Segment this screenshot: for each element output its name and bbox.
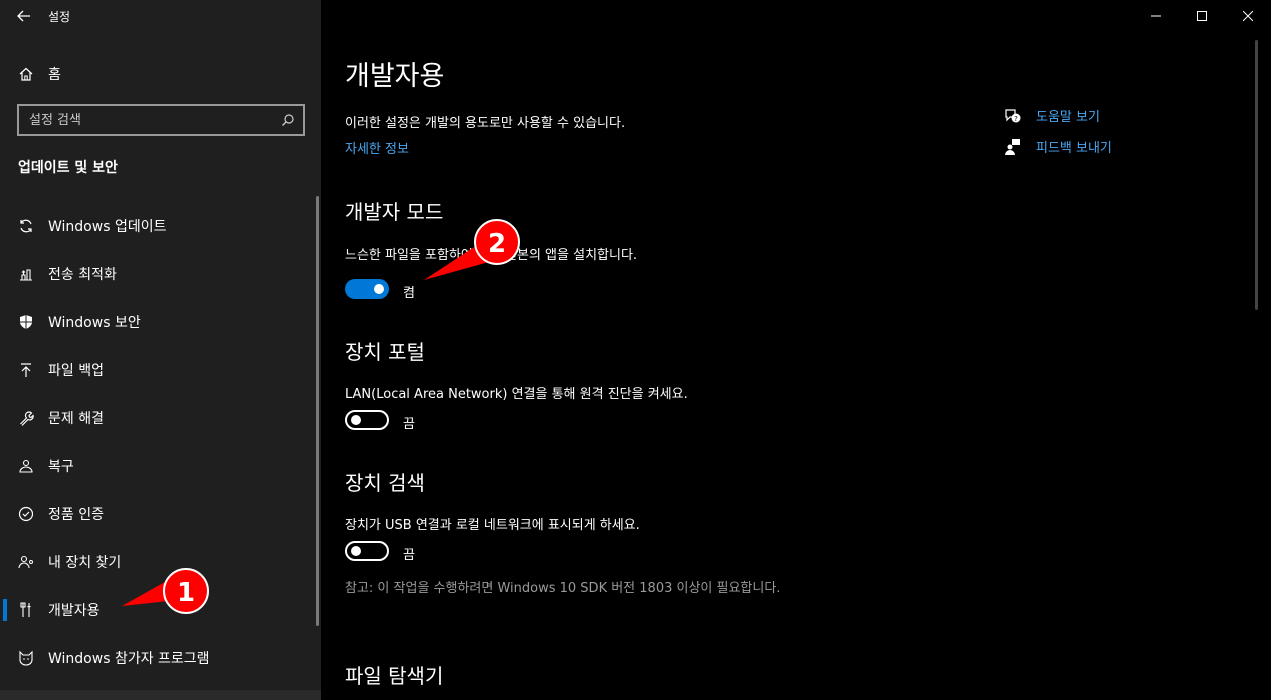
get-help-label: 도움말 보기: [1036, 110, 1100, 125]
maximize-button[interactable]: [1179, 0, 1225, 32]
sidebar-item-label: Windows 업데이트: [48, 219, 167, 235]
device-discovery-toggle[interactable]: [345, 541, 389, 561]
delivery-optimization-icon: [17, 265, 35, 283]
back-button[interactable]: [0, 0, 48, 32]
device-portal-heading: 장치 포털: [345, 340, 425, 364]
app-title: 설정: [48, 9, 71, 24]
back-arrow-icon: [17, 10, 30, 22]
search-input[interactable]: [29, 112, 281, 128]
send-feedback-label: 피드백 보내기: [1036, 141, 1112, 156]
minimize-icon: [1151, 15, 1161, 17]
device-discovery-state: 끔: [403, 548, 415, 563]
help-panel: ? 도움말 보기 피드백 보내기: [1004, 100, 1112, 162]
help-chat-icon: ?: [1005, 108, 1021, 123]
device-discovery-note: 참고: 이 작업을 수행하려면 Windows 10 SDK 버전 1803 이…: [345, 581, 781, 596]
sidebar-item-label: 정품 인증: [48, 507, 104, 523]
insider-cat-icon: [17, 649, 35, 667]
device-portal-state: 끔: [403, 417, 415, 432]
person-pin-icon: [17, 553, 35, 571]
sidebar-item-label: Windows 보안: [48, 315, 141, 331]
section-title: 업데이트 및 보안: [18, 160, 118, 176]
svg-text:?: ?: [1014, 115, 1018, 123]
get-help-link[interactable]: ? 도움말 보기: [1004, 100, 1112, 131]
sidebar-item-file-backup[interactable]: 파일 백업: [0, 346, 316, 394]
sidebar-item-label: 전송 최적화: [48, 267, 117, 283]
sidebar-item-label: Windows 참가자 프로그램: [48, 651, 210, 667]
wrench-icon: [17, 409, 35, 427]
feedback-person-icon: [1005, 138, 1020, 155]
sidebar-item-recovery[interactable]: 복구: [0, 442, 316, 490]
sidebar-item-home[interactable]: 홈: [0, 58, 321, 90]
file-explorer-heading: 파일 탐색기: [345, 664, 444, 688]
sidebar-item-delivery-optimization[interactable]: 전송 최적화: [0, 250, 316, 298]
developer-mode-state: 켬: [403, 286, 415, 301]
device-portal-description: LAN(Local Area Network) 연결을 통해 원격 진단을 켜세…: [345, 387, 688, 402]
sidebar-item-for-developers[interactable]: 개발자용: [0, 586, 316, 634]
sidebar-item-label: 내 장치 찾기: [48, 555, 122, 571]
check-circle-icon: [17, 505, 35, 523]
device-portal-toggle[interactable]: [345, 410, 389, 430]
device-discovery-description: 장치가 USB 연결과 로컬 네트워크에 표시되게 하세요.: [345, 518, 640, 533]
sidebar-item-label: 문제 해결: [48, 411, 104, 427]
device-discovery-heading: 장치 검색: [345, 471, 425, 495]
main-scrollbar[interactable]: [1255, 40, 1258, 310]
page-description: 이러한 설정은 개발의 용도로만 사용할 수 있습니다.: [345, 116, 626, 131]
window-controls: [1133, 0, 1271, 32]
developer-mode-toggle[interactable]: [345, 279, 389, 299]
home-label: 홈: [48, 67, 61, 83]
sidebar-nav: Windows 업데이트 전송 최적화 Windows 보안 파일 백업 문제 …: [0, 202, 316, 682]
more-info-link[interactable]: 자세한 정보: [345, 138, 409, 157]
developer-tools-icon: [17, 601, 35, 619]
sidebar-item-label: 개발자용: [48, 603, 100, 619]
sidebar-bottom-edge: [0, 690, 321, 700]
close-button[interactable]: [1225, 0, 1271, 32]
sidebar-item-windows-security[interactable]: Windows 보안: [0, 298, 316, 346]
refresh-icon: [17, 217, 35, 235]
sidebar-scrollbar[interactable]: [316, 196, 319, 626]
toggle-knob: [374, 284, 384, 294]
sidebar-item-find-my-device[interactable]: 내 장치 찾기: [0, 538, 316, 586]
sidebar-item-label: 파일 백업: [48, 363, 104, 379]
backup-arrow-icon: [17, 361, 35, 379]
recovery-icon: [17, 457, 35, 475]
toggle-knob: [351, 546, 361, 556]
sidebar-item-windows-insider[interactable]: Windows 참가자 프로그램: [0, 634, 316, 682]
close-icon: [1243, 11, 1253, 21]
sidebar-item-windows-update[interactable]: Windows 업데이트: [0, 202, 316, 250]
main-content: 개발자용 이러한 설정은 개발의 용도로만 사용할 수 있습니다. 자세한 정보…: [321, 0, 1271, 700]
shield-icon: [17, 313, 35, 331]
send-feedback-link[interactable]: 피드백 보내기: [1004, 131, 1112, 162]
search-icon[interactable]: [281, 113, 295, 127]
developer-mode-description: 느슨한 파일을 포함하여 모든 원본의 앱을 설치합니다.: [345, 248, 638, 263]
toggle-knob: [351, 415, 361, 425]
maximize-icon: [1197, 11, 1207, 21]
page-title: 개발자용: [345, 61, 445, 92]
sidebar-item-label: 복구: [48, 459, 74, 475]
sidebar-item-troubleshoot[interactable]: 문제 해결: [0, 394, 316, 442]
search-box[interactable]: [17, 104, 305, 136]
sidebar-item-activation[interactable]: 정품 인증: [0, 490, 316, 538]
developer-mode-heading: 개발자 모드: [345, 200, 444, 224]
minimize-button[interactable]: [1133, 0, 1179, 32]
home-icon: [19, 67, 33, 81]
sidebar: 설정 홈 업데이트 및 보안 Windows 업데이트 전송 최적화 Windo…: [0, 0, 321, 700]
title-bar: 설정: [0, 0, 321, 32]
